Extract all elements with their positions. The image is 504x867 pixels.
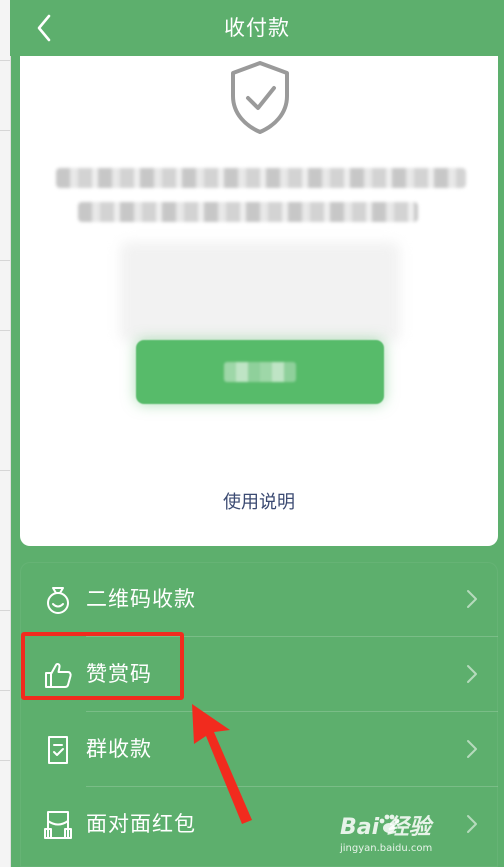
page-title: 收付款	[224, 16, 290, 40]
menu-item-label: 二维码收款	[86, 587, 196, 611]
highlight-box	[21, 632, 184, 700]
edge-tick	[0, 470, 10, 471]
obscured-text-line	[56, 168, 466, 188]
edge-tick	[0, 690, 10, 691]
red-envelope-icon	[44, 811, 72, 839]
obscured-button-label	[224, 362, 296, 382]
background-app-edge	[0, 0, 11, 867]
usage-instructions-link[interactable]: 使用说明	[20, 488, 498, 514]
edge-tick	[0, 610, 10, 611]
baidu-jingyan-watermark: Bai 经验 jingyan.baidu.com	[340, 809, 490, 859]
chevron-right-icon	[467, 590, 477, 608]
edge-tick	[0, 130, 10, 131]
chevron-right-icon	[467, 665, 477, 683]
paw-icon	[379, 814, 400, 833]
chevron-right-icon	[467, 740, 477, 758]
payment-code-card: 使用说明	[20, 56, 498, 546]
menu-item-label: 群收款	[86, 737, 152, 761]
obscured-region	[120, 242, 400, 342]
menu-item-qr-receive[interactable]: 二维码收款	[20, 562, 498, 636]
nav-header: 收付款	[10, 0, 504, 56]
document-icon	[48, 736, 68, 764]
obscured-action-button[interactable]	[136, 340, 384, 404]
money-bag-icon	[47, 587, 69, 614]
red-arrow-icon	[192, 704, 252, 824]
edge-tick	[0, 760, 10, 761]
watermark-url: jingyan.baidu.com	[340, 843, 433, 854]
edge-tick	[0, 330, 10, 331]
shield-check-icon	[231, 61, 289, 134]
edge-tick	[0, 60, 10, 61]
obscured-text-line	[78, 202, 418, 222]
edge-tick	[0, 260, 10, 261]
